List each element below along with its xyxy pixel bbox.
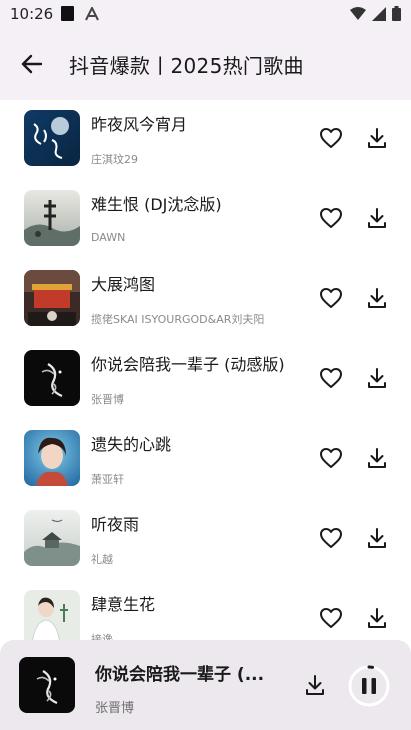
signal-icon <box>372 6 386 25</box>
download-icon <box>368 128 386 148</box>
now-playing-title: 你说会陪我一辈子 (... <box>95 665 265 685</box>
album-cover <box>24 590 80 640</box>
download-icon <box>368 208 386 228</box>
like-button[interactable] <box>318 125 344 151</box>
download-button[interactable] <box>364 605 390 631</box>
now-playing-artist: 张晋博 <box>95 701 135 716</box>
back-button[interactable] <box>18 50 46 78</box>
now-playing-cover[interactable] <box>19 657 75 713</box>
heart-outline-icon <box>320 608 342 628</box>
like-button[interactable] <box>318 445 344 471</box>
download-button[interactable] <box>364 125 390 151</box>
heart-outline-icon <box>320 288 342 308</box>
song-artist: 接谗 <box>91 633 113 640</box>
font-a-icon <box>85 5 99 25</box>
song-title: 你说会陪我一辈子 (动感版) <box>91 355 285 374</box>
song-list[interactable]: 昨夜风今宵月 庄淇玟29 难生恨 (DJ沈念版) DAWN 大展鸿图 揽佬SKA… <box>0 100 411 640</box>
like-button[interactable] <box>318 605 344 631</box>
song-row[interactable]: 大展鸿图 揽佬SKAI ISYOURGOD&AR刘夫阳 <box>0 260 411 340</box>
album-cover <box>24 430 80 486</box>
album-cover <box>24 270 80 326</box>
song-title: 昨夜风今宵月 <box>91 115 188 134</box>
like-button[interactable] <box>318 365 344 391</box>
song-artist: 庄淇玟29 <box>91 153 138 166</box>
song-row[interactable]: 你说会陪我一辈子 (动感版) 张晋博 <box>0 340 411 420</box>
arrow-left-icon <box>21 54 43 74</box>
song-title: 难生恨 (DJ沈念版) <box>91 195 222 214</box>
download-icon <box>368 368 386 388</box>
pause-icon <box>362 678 376 694</box>
song-row[interactable]: 难生恨 (DJ沈念版) DAWN <box>0 180 411 260</box>
download-icon <box>306 675 324 695</box>
heart-outline-icon <box>320 128 342 148</box>
download-button[interactable] <box>364 445 390 471</box>
download-button[interactable] <box>364 365 390 391</box>
download-button[interactable] <box>364 285 390 311</box>
album-cover <box>24 350 80 406</box>
like-button[interactable] <box>318 205 344 231</box>
song-artist: 礼越 <box>91 553 113 566</box>
song-row[interactable]: 遗失的心跳 萧亚轩 <box>0 420 411 500</box>
song-artist: 揽佬SKAI ISYOURGOD&AR刘夫阳 <box>91 313 265 326</box>
song-title: 肆意生花 <box>91 595 156 614</box>
now-playing-download-button[interactable] <box>301 671 329 699</box>
song-artist: 张晋博 <box>91 393 124 406</box>
pause-button[interactable] <box>347 664 391 708</box>
download-button[interactable] <box>364 525 390 551</box>
download-icon <box>368 288 386 308</box>
album-cover <box>24 510 80 566</box>
wifi-icon <box>350 6 366 25</box>
like-button[interactable] <box>318 525 344 551</box>
page-title: 抖音爆款丨2025热门歌曲 <box>69 54 304 78</box>
battery-icon <box>392 6 401 25</box>
now-playing-bar[interactable]: 你说会陪我一辈子 (... 张晋博 <box>0 640 411 730</box>
heart-outline-icon <box>320 528 342 548</box>
album-cover <box>24 110 80 166</box>
progress-ring-track <box>348 665 390 707</box>
download-icon <box>368 448 386 468</box>
song-row[interactable]: 肆意生花 接谗 <box>0 580 411 640</box>
download-button[interactable] <box>364 205 390 231</box>
heart-outline-icon <box>320 208 342 228</box>
status-time: 10:26 <box>10 5 54 23</box>
song-artist: DAWN <box>91 231 126 244</box>
heart-outline-icon <box>320 448 342 468</box>
song-title: 听夜雨 <box>91 515 140 534</box>
download-icon <box>368 608 386 628</box>
app-bar: 抖音爆款丨2025热门歌曲 <box>0 30 411 100</box>
download-icon <box>368 528 386 548</box>
heart-outline-icon <box>320 368 342 388</box>
song-row[interactable]: 听夜雨 礼越 <box>0 500 411 580</box>
song-artist: 萧亚轩 <box>91 473 124 486</box>
square-notification-icon <box>61 6 74 21</box>
song-row[interactable]: 昨夜风今宵月 庄淇玟29 <box>0 100 411 180</box>
album-cover <box>24 190 80 246</box>
status-bar: 10:26 <box>0 0 411 30</box>
song-title: 大展鸿图 <box>91 275 156 294</box>
like-button[interactable] <box>318 285 344 311</box>
song-title: 遗失的心跳 <box>91 435 172 454</box>
